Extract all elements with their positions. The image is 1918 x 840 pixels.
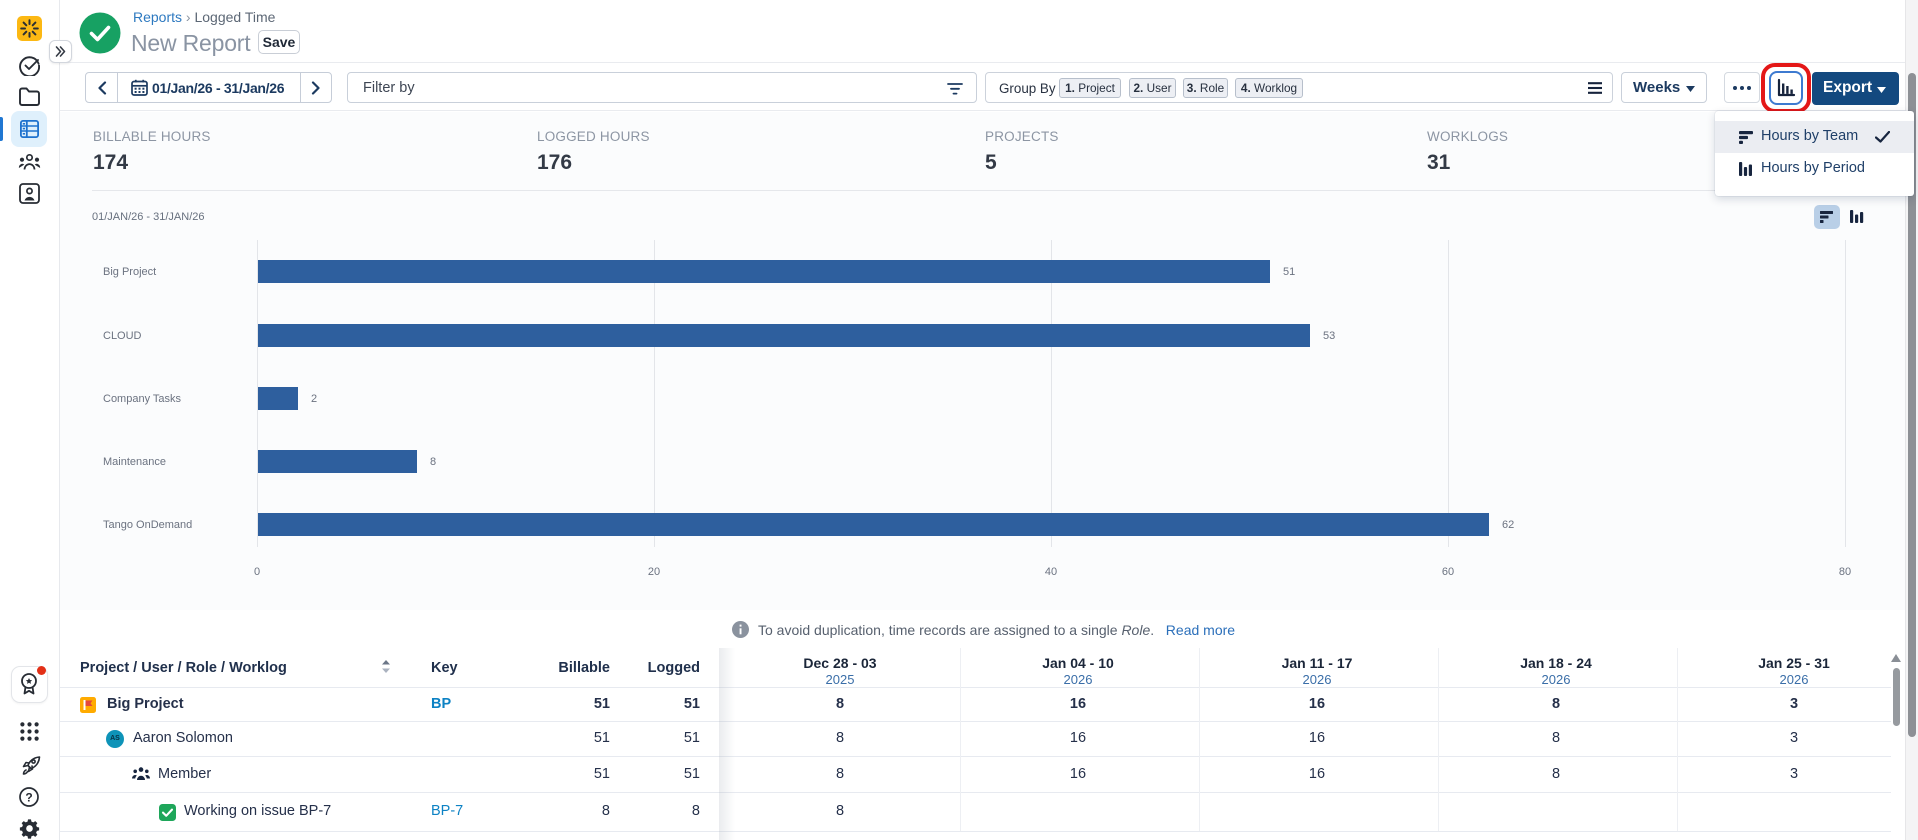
svg-text:?: ?	[25, 790, 32, 804]
